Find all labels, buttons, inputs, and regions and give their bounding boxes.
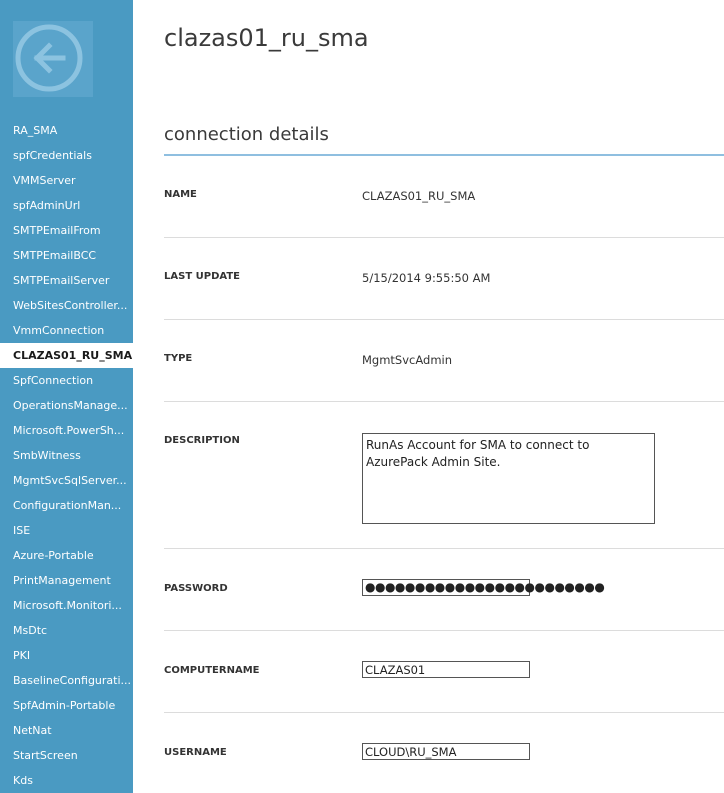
sidebar: RA_SMA spfCredentials VMMServer spfAdmin… [0,0,133,793]
sidebar-item-smtpemailfrom[interactable]: SMTPEmailFrom [0,218,133,243]
field-row-computername: COMPUTERNAME CLAZAS01 [164,631,724,713]
type-value: MgmtSvcAdmin [362,353,453,367]
sidebar-item-clazas01-ru-sma[interactable]: CLAZAS01_RU_SMA [0,343,133,368]
sidebar-item-smbwitness[interactable]: SmbWitness [0,443,133,468]
back-arrow-icon [15,24,83,92]
field-row-last-update: LAST UPDATE 5/15/2014 9:55:50 AM [164,238,724,320]
sidebar-item-microsoft-monitoring[interactable]: Microsoft.Monitori... [0,593,133,618]
field-row-type: TYPE MgmtSvcAdmin [164,320,724,402]
username-field[interactable]: CLOUD\RU_SMA [362,743,530,760]
password-label: PASSWORD [164,583,228,594]
sidebar-item-spfadmin-portable[interactable]: SpfAdmin-Portable [0,693,133,718]
section-title: connection details [164,124,329,145]
sidebar-item-ra-sma[interactable]: RA_SMA [0,118,133,143]
last-update-value: 5/15/2014 9:55:50 AM [362,271,491,285]
sidebar-item-operationsmanager[interactable]: OperationsManage... [0,393,133,418]
sidebar-item-vmmserver[interactable]: VMMServer [0,168,133,193]
field-row-username: USERNAME CLOUD\RU_SMA [164,713,724,793]
type-label: TYPE [164,353,193,364]
field-row-description: DESCRIPTION RunAs Account for SMA to con… [164,402,724,549]
computername-label: COMPUTERNAME [164,665,260,676]
field-row-password: PASSWORD ●●●●●●●●●●●●●●●●●●●●●●●● [164,549,724,631]
last-update-label: LAST UPDATE [164,271,240,282]
sidebar-item-smtpemailserver[interactable]: SMTPEmailServer [0,268,133,293]
sidebar-item-smtpemailbcc[interactable]: SMTPEmailBCC [0,243,133,268]
sidebar-item-spfadminurl[interactable]: spfAdminUrl [0,193,133,218]
sidebar-item-netnat[interactable]: NetNat [0,718,133,743]
name-value: CLAZAS01_RU_SMA [362,189,476,203]
sidebar-nav-list: RA_SMA spfCredentials VMMServer spfAdmin… [0,118,133,793]
back-button[interactable] [13,21,93,97]
sidebar-item-kds[interactable]: Kds [0,768,133,793]
description-textarea[interactable]: RunAs Account for SMA to connect to Azur… [362,433,655,524]
password-field[interactable]: ●●●●●●●●●●●●●●●●●●●●●●●● [362,579,605,596]
name-label: NAME [164,189,197,200]
sidebar-item-mgmtsvcsqlserver[interactable]: MgmtSvcSqlServer... [0,468,133,493]
sidebar-item-startscreen[interactable]: StartScreen [0,743,133,768]
username-label: USERNAME [164,747,227,758]
sidebar-item-baselineconfiguration[interactable]: BaselineConfigurati... [0,668,133,693]
page-title: clazas01_ru_sma [164,24,369,52]
field-row-name: NAME CLAZAS01_RU_SMA [164,156,724,238]
sidebar-item-spfcredentials[interactable]: spfCredentials [0,143,133,168]
sidebar-item-configurationmanager[interactable]: ConfigurationMan... [0,493,133,518]
sidebar-item-printmanagement[interactable]: PrintManagement [0,568,133,593]
description-label: DESCRIPTION [164,435,240,446]
sidebar-item-vmmconnection[interactable]: VmmConnection [0,318,133,343]
sidebar-item-microsoft-powershell[interactable]: Microsoft.PowerSh... [0,418,133,443]
sidebar-item-msdtc[interactable]: MsDtc [0,618,133,643]
main-content: clazas01_ru_sma connection details NAME … [133,0,724,793]
sidebar-item-azure-portable[interactable]: Azure-Portable [0,543,133,568]
sidebar-item-websitescontroller[interactable]: WebSitesController... [0,293,133,318]
sidebar-item-pki[interactable]: PKI [0,643,133,668]
sidebar-item-ise[interactable]: ISE [0,518,133,543]
computername-field[interactable]: CLAZAS01 [362,661,530,678]
sidebar-item-spfconnection[interactable]: SpfConnection [0,368,133,393]
